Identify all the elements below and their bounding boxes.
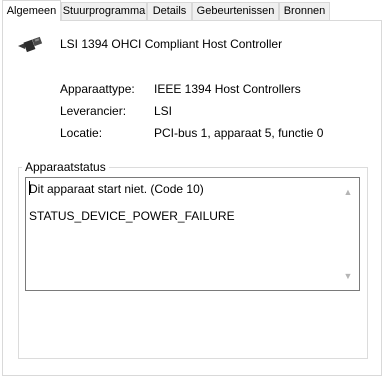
device-name: LSI 1394 OHCI Compliant Host Controller — [60, 37, 283, 51]
tab-algemeen[interactable]: Algemeen — [2, 0, 61, 21]
tab-strip: Algemeen Stuurprogramma Details Gebeurte… — [0, 0, 386, 22]
status-message: Dit apparaat start niet. (Code 10) — [29, 182, 204, 196]
tab-details[interactable]: Details — [147, 2, 192, 20]
tab-gebeurtenissen[interactable]: Gebeurtenissen — [192, 2, 279, 20]
device-status-textbox[interactable]: Dit apparaat start niet. (Code 10) STATU… — [25, 177, 360, 291]
location-label: Locatie: — [60, 126, 103, 140]
manufacturer-label: Leverancier: — [60, 104, 127, 118]
manufacturer-value: LSI — [154, 104, 173, 118]
device-status-title: Apparaatstatus — [22, 160, 109, 174]
tab-stuurprogramma[interactable]: Stuurprogramma — [61, 2, 147, 20]
scroll-down-icon[interactable]: ▼ — [343, 272, 353, 281]
tab-bronnen[interactable]: Bronnen — [279, 2, 330, 20]
device-type-label: Apparaattype: — [60, 82, 135, 96]
location-value: PCI-bus 1, apparaat 5, functie 0 — [154, 126, 324, 140]
scroll-up-icon[interactable]: ▲ — [343, 188, 353, 197]
device-connector-icon — [18, 36, 43, 53]
status-code-name: STATUS_DEVICE_POWER_FAILURE — [29, 209, 235, 223]
device-type-value: IEEE 1394 Host Controllers — [154, 82, 301, 96]
